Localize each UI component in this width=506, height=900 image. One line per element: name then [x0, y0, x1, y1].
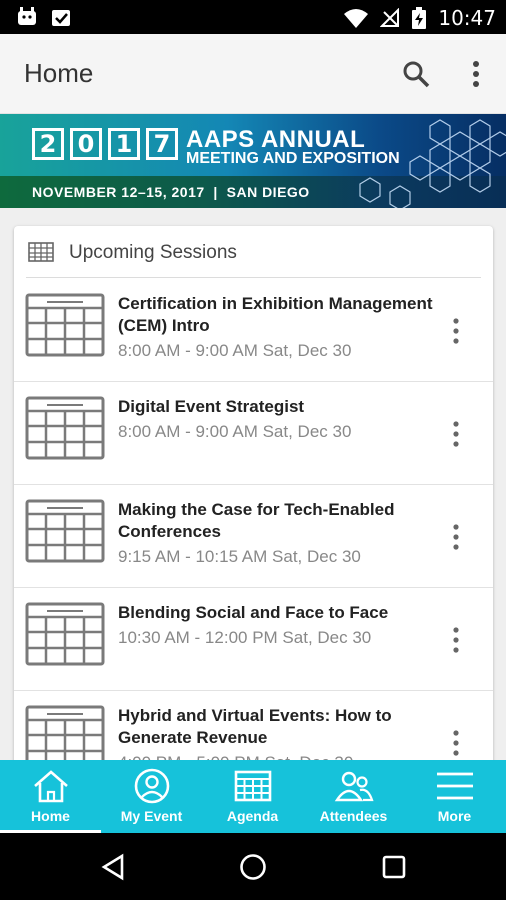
session-row[interactable]: Hybrid and Virtual Events: How to Genera…: [14, 691, 493, 766]
calendar-icon: [25, 396, 105, 460]
more-vert-icon[interactable]: [448, 626, 464, 654]
calendar-icon: [25, 705, 105, 766]
card-header: Upcoming Sessions: [14, 226, 493, 278]
banner-subtitle: MEETING AND EXPOSITION: [186, 150, 400, 167]
more-vert-icon[interactable]: [448, 523, 464, 551]
android-notification-icon: [18, 7, 36, 25]
calendar-icon: [25, 602, 105, 666]
person-icon: [134, 768, 170, 804]
system-navigation-bar: [0, 833, 506, 900]
event-banner[interactable]: 2 0 1 7 AAPS ANNUAL MEETING AND EXPOSITI…: [0, 114, 506, 208]
year-digit-box: 7: [146, 128, 178, 160]
home-icon: [34, 770, 68, 803]
session-title: Certification in Exhibition Management (…: [118, 294, 433, 335]
session-time: 10:30 AM - 12:00 PM Sat, Dec 30: [118, 628, 372, 647]
nav-label: Attendees: [319, 808, 388, 824]
session-time: 8:00 AM - 9:00 AM Sat, Dec 30: [118, 341, 352, 360]
calendar-icon: [25, 293, 105, 357]
bottom-navigation: Home My Event Agenda Attendees More: [0, 760, 506, 833]
people-icon: [334, 771, 374, 802]
section-title: Upcoming Sessions: [69, 242, 237, 263]
divider: [26, 277, 481, 278]
back-icon[interactable]: [100, 853, 126, 881]
year-digit-box: 2: [32, 128, 64, 160]
year-digit-box: 0: [70, 128, 102, 160]
session-row[interactable]: Making the Case for Tech-Enabled Confere…: [14, 485, 493, 588]
calendar-icon: [25, 499, 105, 563]
clock: 10:47: [438, 6, 496, 30]
calendar-icon: [28, 242, 54, 262]
banner-dates-location: NOVEMBER 12–15, 2017 | SAN DIEGO: [32, 184, 310, 200]
session-title: Making the Case for Tech-Enabled Confere…: [118, 500, 395, 541]
session-title: Blending Social and Face to Face: [118, 603, 389, 622]
more-vert-icon[interactable]: [448, 317, 464, 345]
wifi-icon: [344, 9, 369, 28]
page-title: Home: [24, 58, 94, 88]
no-signal-icon: [380, 8, 400, 27]
nav-my-event[interactable]: My Event: [101, 760, 202, 833]
nav-label: My Event: [120, 808, 183, 824]
session-time: 8:00 AM - 9:00 AM Sat, Dec 30: [118, 422, 352, 441]
nav-agenda[interactable]: Agenda: [202, 760, 303, 833]
session-row[interactable]: Certification in Exhibition Management (…: [14, 279, 493, 382]
more-vert-icon[interactable]: [448, 420, 464, 448]
more-vert-icon[interactable]: [448, 729, 464, 757]
nav-home[interactable]: Home: [0, 760, 101, 833]
status-bar: 10:47: [0, 0, 506, 34]
search-icon[interactable]: [400, 58, 432, 90]
nav-more[interactable]: More: [404, 760, 505, 833]
nav-label: More: [437, 808, 472, 824]
clipboard-check-icon: [52, 10, 70, 26]
calendar-icon: [234, 770, 272, 802]
session-row[interactable]: Digital Event Strategist 8:00 AM - 9:00 …: [14, 382, 493, 485]
battery-charging-icon: [412, 7, 427, 29]
menu-icon: [437, 772, 473, 800]
upcoming-sessions-card: Upcoming Sessions Certification in Exhib…: [14, 226, 493, 766]
app-bar: Home: [0, 34, 506, 114]
nav-label: Home: [31, 808, 70, 824]
session-title: Hybrid and Virtual Events: How to Genera…: [118, 706, 392, 747]
overflow-menu-icon[interactable]: [462, 58, 490, 90]
session-time: 9:15 AM - 10:15 AM Sat, Dec 30: [118, 547, 361, 566]
nav-label: Agenda: [226, 808, 279, 824]
nav-attendees[interactable]: Attendees: [303, 760, 404, 833]
session-title: Digital Event Strategist: [118, 397, 305, 416]
home-circle-icon[interactable]: [239, 853, 267, 881]
year-digit-box: 1: [108, 128, 140, 160]
recents-icon[interactable]: [381, 854, 407, 880]
session-row[interactable]: Blending Social and Face to Face 10:30 A…: [14, 588, 493, 691]
